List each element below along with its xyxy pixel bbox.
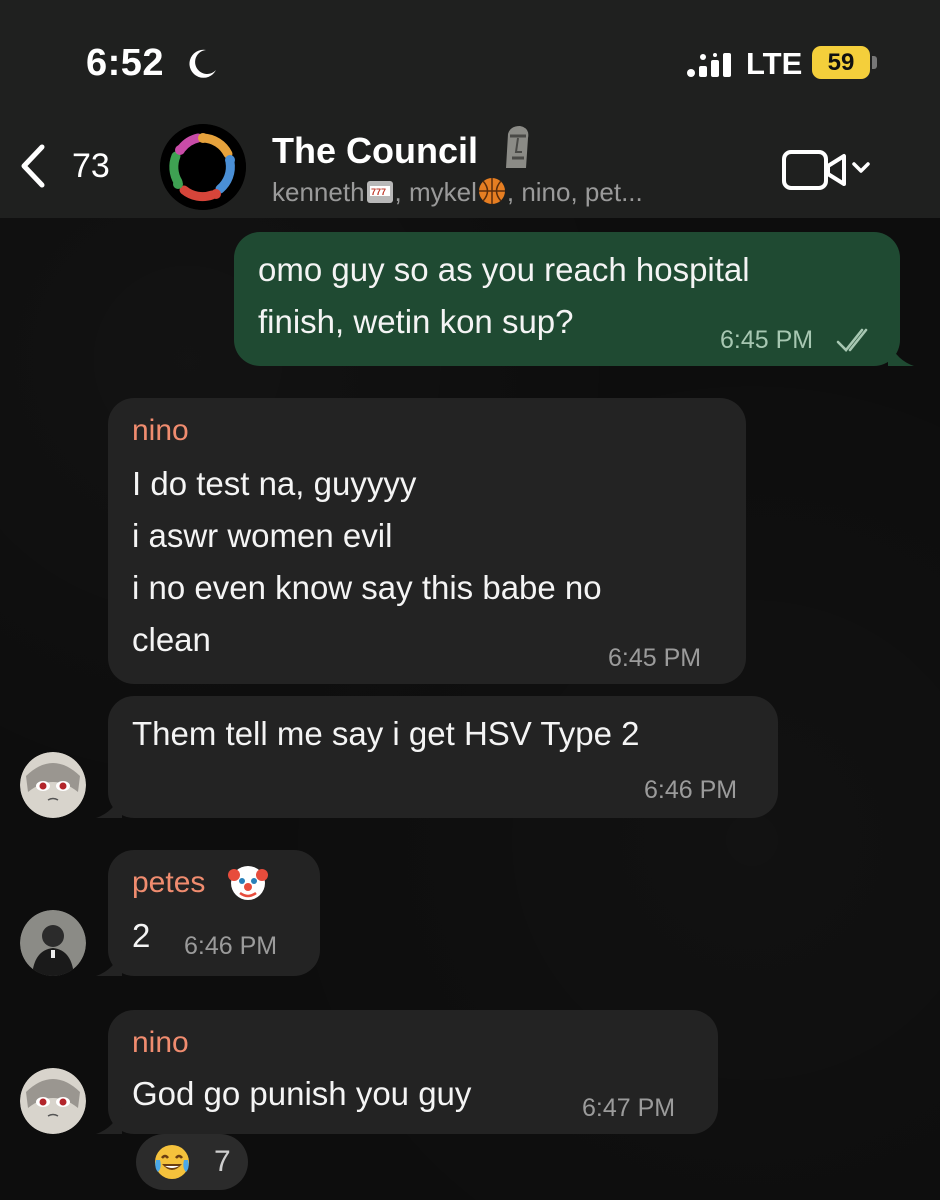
bubble-tail	[96, 1108, 122, 1134]
message-text-line: 2	[132, 917, 151, 954]
message-time: 6:46 PM	[184, 932, 278, 960]
battery-level: 59	[827, 48, 855, 76]
group-avatar[interactable]	[160, 124, 246, 210]
avatar-petes[interactable]	[20, 910, 86, 976]
back-button[interactable]: 73	[18, 140, 128, 192]
svg-text:777: 777	[371, 187, 386, 197]
battery-indicator: 59	[812, 46, 870, 79]
video-call-button[interactable]	[780, 144, 880, 196]
basketball-icon	[478, 178, 505, 204]
unread-count: 73	[72, 146, 110, 185]
group-title[interactable]: The Council	[272, 130, 478, 172]
read-checkmarks-icon	[836, 328, 868, 352]
member-rest: , nino, pet...	[506, 177, 643, 207]
reaction-count: 7	[214, 1145, 231, 1178]
message-time: 6:46 PM	[644, 776, 738, 804]
battery-cap	[872, 56, 877, 69]
message-text-line: i aswr women evil	[132, 517, 393, 554]
slot-machine-icon: 777	[366, 181, 393, 203]
video-camera-icon	[782, 150, 846, 190]
moai-icon	[506, 126, 529, 168]
message-text-line: i no even know say this babe no	[132, 569, 602, 606]
sender-name[interactable]: petes	[132, 866, 205, 900]
message-text-line: omo guy so as you reach hospital	[258, 251, 750, 288]
sender-name[interactable]: nino	[132, 414, 189, 448]
avatar-nino[interactable]	[20, 752, 86, 818]
moon-icon	[189, 49, 216, 78]
status-time: 6:52	[86, 42, 165, 84]
message-time: 6:45 PM	[720, 326, 814, 354]
back-chevron-icon	[21, 144, 45, 188]
chevron-down-icon	[852, 162, 870, 173]
avatar-nino[interactable]	[20, 1068, 86, 1134]
reaction-pill[interactable]: 7	[136, 1134, 248, 1190]
bubble-tail	[96, 950, 122, 976]
bubble-tail	[888, 340, 914, 366]
sender-name[interactable]: nino	[132, 1026, 189, 1060]
member-mykel: , mykel	[394, 177, 477, 207]
message-time: 6:45 PM	[608, 644, 702, 672]
message-time: 6:47 PM	[582, 1094, 676, 1122]
message-text-line: Them tell me say i get HSV Type 2	[132, 715, 640, 752]
joy-emoji-icon	[155, 1145, 189, 1179]
bubble-tail	[96, 792, 122, 818]
signal-icon	[687, 53, 731, 77]
network-type: LTE	[746, 46, 803, 81]
clown-face-icon	[228, 866, 268, 900]
message-text-line: clean	[132, 621, 211, 658]
message-text-line: I do test na, guyyyy	[132, 465, 417, 502]
group-members[interactable]: kenneth 777 , mykel , nino, pet...	[272, 176, 742, 208]
chat-header: 6:52 LTE 59 73 The Council kenneth 777 ,…	[0, 0, 940, 218]
member-kenneth: kenneth	[272, 177, 365, 207]
message-text-line: finish, wetin kon sup?	[258, 303, 574, 340]
message-text-line: God go punish you guy	[132, 1075, 472, 1112]
